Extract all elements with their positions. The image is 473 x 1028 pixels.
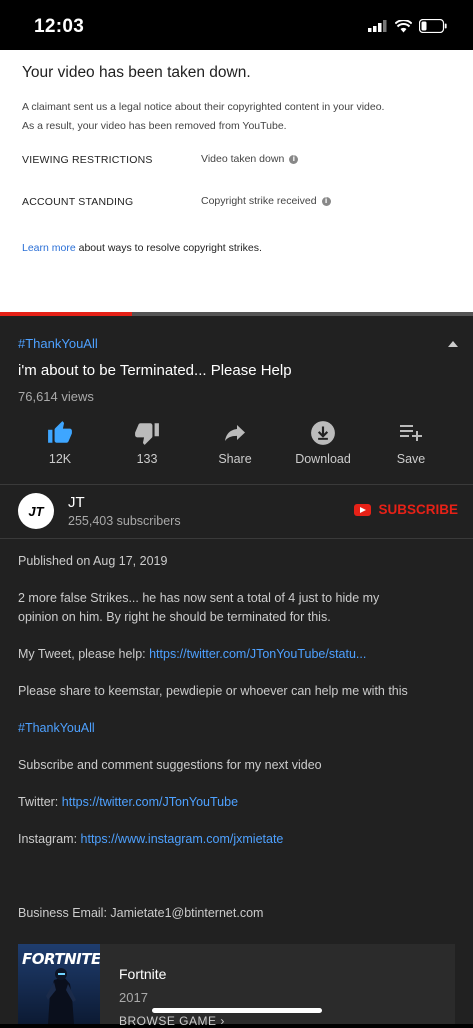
- notice-line-2: As a result, your video has been removed…: [22, 120, 287, 132]
- status-time: 12:03: [34, 16, 85, 37]
- learn-more-link[interactable]: Learn more: [22, 242, 76, 254]
- game-character-art: [46, 968, 76, 1024]
- description-paragraph: 2 more false Strikes... he has now sent …: [18, 589, 448, 627]
- wifi-icon: [395, 19, 412, 32]
- save-label: Save: [396, 452, 426, 466]
- like-button[interactable]: 12K: [20, 416, 100, 466]
- account-standing-label: ACCOUNT STANDING: [22, 196, 134, 208]
- subscribe-label: SUBSCRIBE: [378, 502, 458, 517]
- instagram-line: Instagram: https://www.instagram.com/jxm…: [18, 830, 448, 849]
- description-line-2: opinion on him. By right he should be te…: [18, 610, 331, 624]
- status-bar: 12:03: [0, 0, 473, 50]
- channel-name[interactable]: JT: [68, 494, 85, 511]
- learn-more-text: Learn more about ways to resolve copyrig…: [22, 242, 262, 254]
- view-count: 76,614 views: [18, 389, 94, 404]
- game-year: 2017: [119, 990, 148, 1005]
- game-cover: FORTNITE: [18, 944, 100, 1024]
- notice-title: Your video has been taken down.: [22, 64, 251, 81]
- status-icons: [368, 19, 447, 33]
- divider: [0, 538, 473, 539]
- notice-line-1: A claimant sent us a legal notice about …: [22, 101, 385, 113]
- download-label: Download: [295, 452, 351, 466]
- download-button[interactable]: Download: [283, 416, 363, 466]
- learn-more-suffix: about ways to resolve copyright strikes.: [75, 242, 262, 254]
- published-date: Published on Aug 17, 2019: [18, 554, 168, 568]
- account-standing-text: Copyright strike received: [201, 195, 317, 207]
- collapse-chevron-icon[interactable]: [448, 341, 458, 347]
- description-hashtag[interactable]: #ThankYouAll: [18, 719, 448, 738]
- video-title: i'm about to be Terminated... Please Hel…: [18, 362, 292, 379]
- instagram-link[interactable]: https://www.instagram.com/jxmietate: [81, 832, 284, 846]
- subscriber-count: 255,403 subscribers: [68, 514, 181, 528]
- share-button[interactable]: Share: [195, 416, 275, 466]
- viewing-restrictions-label: VIEWING RESTRICTIONS: [22, 154, 153, 166]
- thumbs-up-icon: [48, 421, 72, 443]
- subscribe-button[interactable]: SUBSCRIBE: [354, 502, 458, 517]
- like-count: 12K: [48, 452, 72, 466]
- action-bar: 12K 133 Share Download Save: [0, 416, 473, 476]
- takedown-notice: Your video has been taken down. A claima…: [0, 50, 473, 314]
- chevron-right-icon: ›: [220, 1014, 225, 1028]
- subscribe-request: Subscribe and comment suggestions for my…: [18, 758, 322, 772]
- dislike-count: 133: [136, 452, 158, 466]
- tweet-line: My Tweet, please help: https://twitter.c…: [18, 645, 448, 664]
- business-email: Business Email: Jamietate1@btinternet.co…: [18, 906, 264, 920]
- tweet-label: My Tweet, please help:: [18, 647, 150, 661]
- info-icon[interactable]: i: [321, 196, 331, 206]
- video-hashtag[interactable]: #ThankYouAll: [18, 336, 98, 351]
- twitter-label: Twitter:: [18, 795, 62, 809]
- browse-game-link[interactable]: BROWSE GAME ›: [119, 1014, 225, 1028]
- twitter-link[interactable]: https://twitter.com/JTonYouTube: [62, 795, 238, 809]
- description-line-1: 2 more false Strikes... he has now sent …: [18, 591, 380, 605]
- tweet-link[interactable]: https://twitter.com/JTonYouTube/statu...: [149, 647, 366, 661]
- account-standing-value: Copyright strike received i: [201, 195, 331, 207]
- twitter-line: Twitter: https://twitter.com/JTonYouTube: [18, 793, 448, 812]
- share-label: Share: [218, 452, 252, 466]
- game-name: Fortnite: [119, 966, 167, 982]
- dislike-button[interactable]: 133: [107, 416, 187, 466]
- share-request: Please share to keemstar, pewdiepie or w…: [18, 684, 408, 698]
- notice-description: A claimant sent us a legal notice about …: [22, 98, 442, 136]
- share-arrow-icon: [225, 425, 245, 441]
- browse-game-label: BROWSE GAME: [119, 1014, 217, 1028]
- playlist-add-icon: [400, 425, 422, 441]
- battery-icon: [419, 19, 447, 33]
- download-icon: [311, 421, 335, 445]
- video-details: #ThankYouAll i'm about to be Terminated.…: [0, 316, 473, 1028]
- info-icon[interactable]: i: [289, 154, 299, 164]
- youtube-logo-icon: [354, 503, 372, 516]
- home-indicator[interactable]: [152, 1008, 322, 1013]
- instagram-label: Instagram:: [18, 832, 81, 846]
- viewing-restrictions-value: Video taken down i: [201, 153, 299, 165]
- thumbs-down-icon: [135, 423, 159, 445]
- save-button[interactable]: Save: [371, 416, 451, 466]
- channel-avatar[interactable]: JT: [18, 493, 54, 529]
- signal-icon: [368, 20, 387, 32]
- channel-row: JT JT 255,403 subscribers SUBSCRIBE: [0, 485, 473, 537]
- viewing-restrictions-text: Video taken down: [201, 153, 285, 165]
